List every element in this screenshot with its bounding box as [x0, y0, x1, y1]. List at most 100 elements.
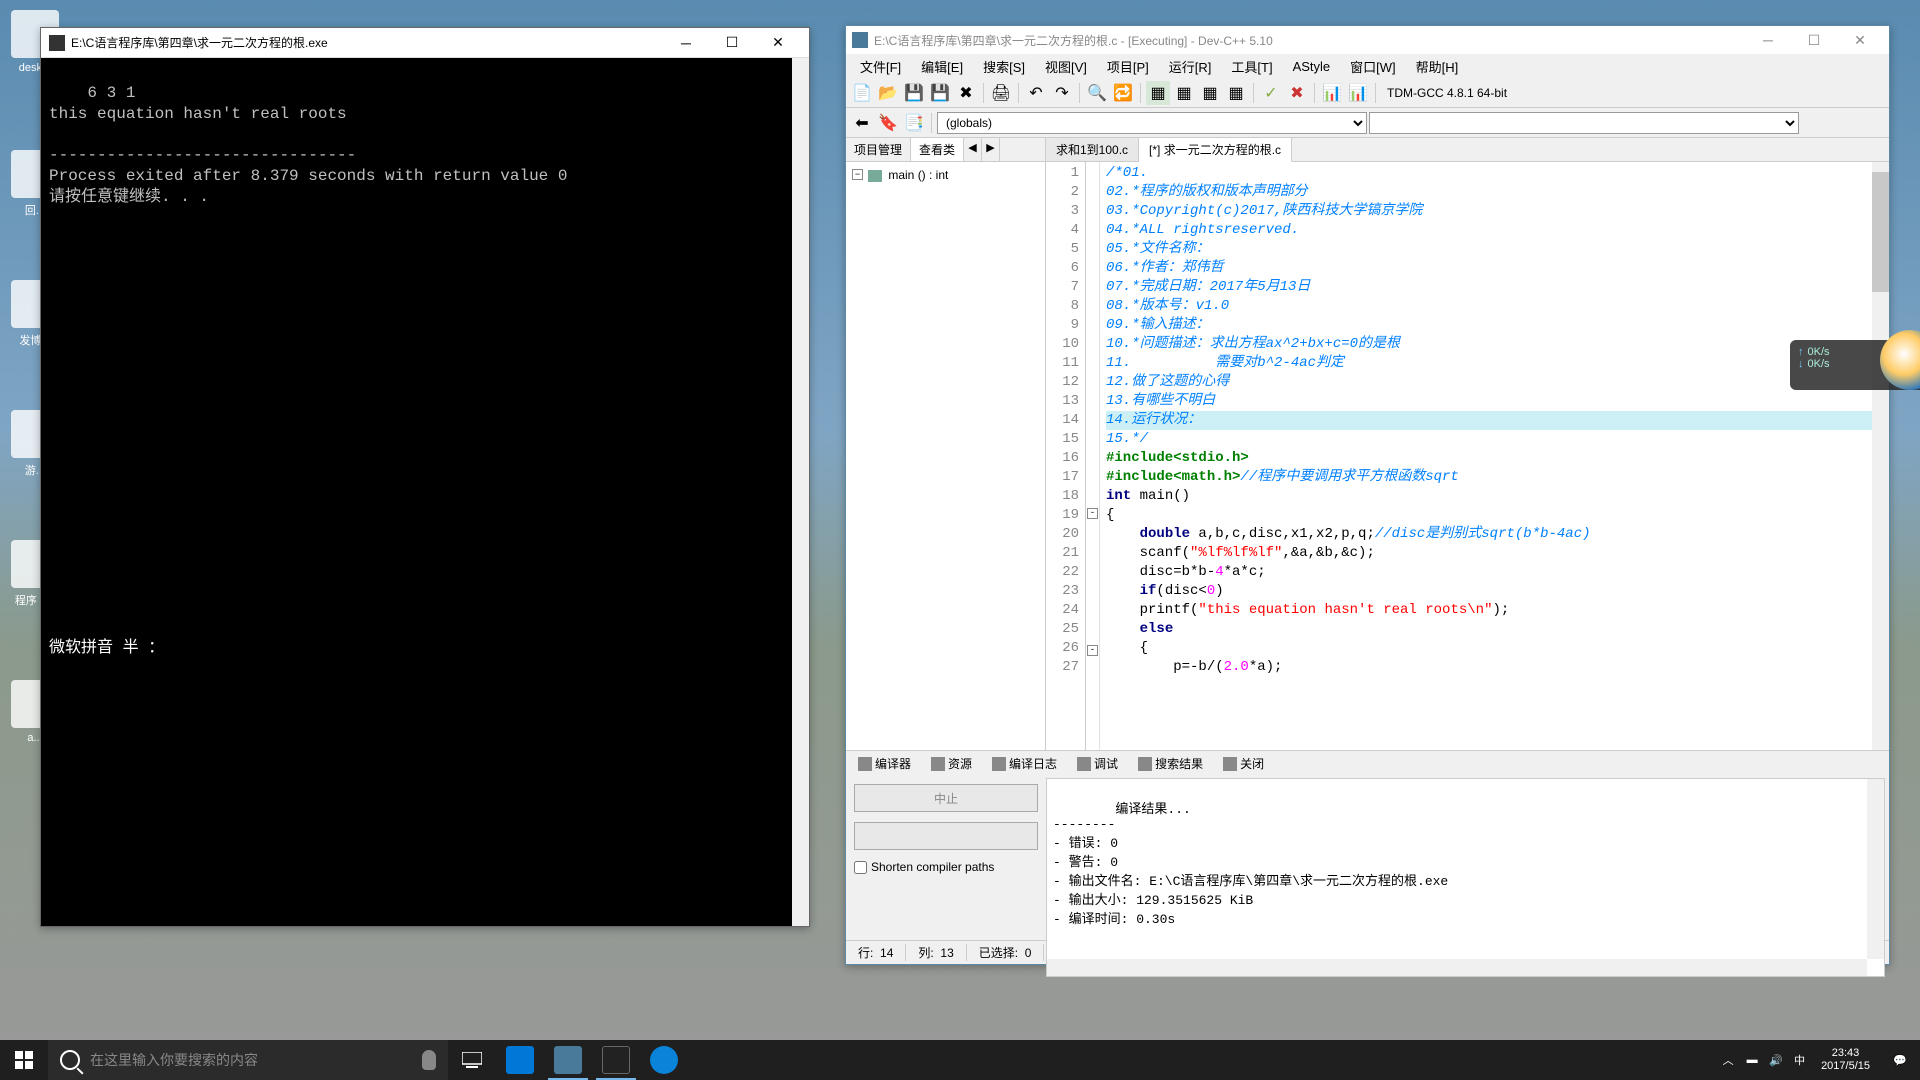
task-edge[interactable] [496, 1040, 544, 1080]
task-console[interactable] [592, 1040, 640, 1080]
minimize-button[interactable]: ─ [663, 29, 709, 57]
rebuild-icon[interactable]: ▦ [1224, 81, 1248, 105]
tray-battery-icon[interactable]: ▬ [1740, 1040, 1764, 1080]
fold-gutter[interactable]: -- [1086, 162, 1100, 750]
notifications-icon[interactable]: 💬 [1880, 1040, 1920, 1080]
bookmark-icon[interactable]: 🔖 [876, 111, 900, 135]
search-placeholder: 在这里输入你要搜索的内容 [90, 1050, 258, 1070]
menu-window[interactable]: 窗口[W] [1340, 55, 1406, 78]
tree-item-main[interactable]: − main () : int [850, 166, 1041, 184]
function-icon [868, 170, 882, 182]
tree-toggle-icon[interactable]: − [852, 169, 863, 180]
code-area[interactable]: /*01.02.*程序的版权和版本声明部分03.*Copyright(c)201… [1100, 162, 1889, 750]
tab-classes[interactable]: 查看类 [911, 138, 964, 161]
resource-icon [931, 757, 945, 771]
tab-debug[interactable]: 调试 [1069, 753, 1126, 774]
compile-icon[interactable]: ▦ [1146, 81, 1170, 105]
tab-close[interactable]: 关闭 [1215, 753, 1272, 774]
debug-icon[interactable]: ✓ [1259, 81, 1283, 105]
debug-icon [1077, 757, 1091, 771]
windows-icon [15, 1051, 33, 1069]
menu-file[interactable]: 文件[F] [850, 55, 911, 78]
tab-compile-log[interactable]: 编译日志 [984, 753, 1065, 774]
menu-tools[interactable]: 工具[T] [1221, 55, 1282, 78]
maximize-button[interactable]: ☐ [709, 29, 755, 57]
devcpp-titlebar[interactable]: E:\C语言程序库\第四章\求一元二次方程的根.c - [Executing] … [846, 26, 1889, 54]
compile-output[interactable]: 编译结果... -------- - 错误: 0 - 警告: 0 - 输出文件名… [1046, 778, 1885, 977]
delete-profile-icon[interactable]: 📊 [1346, 81, 1370, 105]
class-tree[interactable]: − main () : int [846, 162, 1045, 750]
menu-search[interactable]: 搜索[S] [973, 55, 1035, 78]
menu-project[interactable]: 项目[P] [1097, 55, 1159, 78]
menu-view[interactable]: 视图[V] [1035, 55, 1097, 78]
profile-icon[interactable]: 📊 [1320, 81, 1344, 105]
undo-icon[interactable]: ↶ [1024, 81, 1048, 105]
log-icon [992, 757, 1006, 771]
devcpp-window: E:\C语言程序库\第四章\求一元二次方程的根.c - [Executing] … [845, 25, 1890, 965]
tab-compiler[interactable]: 编译器 [850, 753, 919, 774]
console-output[interactable]: 6 3 1 this equation hasn't real roots --… [41, 58, 809, 926]
microphone-icon[interactable] [422, 1050, 436, 1070]
print-icon[interactable]: 🖨 [989, 81, 1013, 105]
scrollbar[interactable] [792, 58, 809, 926]
compile-run-icon[interactable]: ▦ [1198, 81, 1222, 105]
left-panel: 项目管理 查看类 ◀ ▶ − main () : int [846, 138, 1046, 750]
menubar: 文件[F] 编辑[E] 搜索[S] 视图[V] 项目[P] 运行[R] 工具[T… [846, 54, 1889, 78]
tab-resource[interactable]: 资源 [923, 753, 980, 774]
console-titlebar[interactable]: E:\C语言程序库\第四章\求一元二次方程的根.exe ─ ☐ ✕ [41, 28, 809, 58]
task-kugou[interactable] [640, 1040, 688, 1080]
code-editor[interactable]: 1234567891011121314151617181920212223242… [1046, 162, 1889, 750]
tray-chevron-up-icon[interactable]: ︿ [1716, 1040, 1740, 1080]
save-icon[interactable]: 💾 [902, 81, 926, 105]
open-icon[interactable]: 📂 [876, 81, 900, 105]
close-file-icon[interactable]: ✖ [954, 81, 978, 105]
search-icon [1138, 757, 1152, 771]
tab-search-results[interactable]: 搜索结果 [1130, 753, 1211, 774]
nav-back-icon[interactable]: ⬅ [850, 111, 874, 135]
abort-button[interactable]: 中止 [854, 784, 1038, 812]
menu-help[interactable]: 帮助[H] [1406, 55, 1469, 78]
menu-run[interactable]: 运行[R] [1159, 55, 1222, 78]
search-box[interactable]: 在这里输入你要搜索的内容 [48, 1040, 448, 1080]
stop-icon[interactable]: ✖ [1285, 81, 1309, 105]
run-icon[interactable]: ▦ [1172, 81, 1196, 105]
goto-icon[interactable]: 📑 [902, 111, 926, 135]
devcpp-icon [852, 32, 868, 48]
editor-tab-active[interactable]: [*] 求一元二次方程的根.c [1139, 138, 1292, 162]
tab-nav-left[interactable]: ◀ [964, 138, 982, 161]
menu-astyle[interactable]: AStyle [1283, 57, 1341, 76]
status-col: 列: 13 [906, 944, 966, 961]
editor-scrollbar[interactable] [1872, 162, 1889, 750]
save-all-icon[interactable]: 💾 [928, 81, 952, 105]
devcpp-icon [554, 1046, 582, 1074]
functions-combo[interactable] [1369, 112, 1799, 134]
compiler-icon [858, 757, 872, 771]
tab-nav-right[interactable]: ▶ [982, 138, 1000, 161]
close-button[interactable]: ✕ [1837, 27, 1883, 53]
new-file-icon[interactable]: 📄 [850, 81, 874, 105]
tray-clock[interactable]: 23:43 2017/5/15 [1811, 1047, 1880, 1073]
replace-icon[interactable]: 🔁 [1111, 81, 1135, 105]
scrollbar-vertical[interactable] [1867, 779, 1884, 959]
kugou-icon [650, 1046, 678, 1074]
task-view-button[interactable] [448, 1040, 496, 1080]
menu-edit[interactable]: 编辑[E] [911, 55, 973, 78]
scrollbar-horizontal[interactable] [1047, 959, 1867, 976]
maximize-button[interactable]: ☐ [1791, 27, 1837, 53]
tab-project[interactable]: 项目管理 [846, 138, 911, 161]
close-button[interactable]: ✕ [755, 29, 801, 57]
start-button[interactable] [0, 1040, 48, 1080]
editor-tabs: 求和1到100.c [*] 求一元二次方程的根.c [1046, 138, 1889, 162]
shorten-paths-checkbox[interactable]: Shorten compiler paths [854, 860, 1038, 874]
task-devcpp[interactable] [544, 1040, 592, 1080]
console-window: E:\C语言程序库\第四章\求一元二次方程的根.exe ─ ☐ ✕ 6 3 1 … [40, 27, 810, 927]
second-button[interactable] [854, 822, 1038, 850]
find-icon[interactable]: 🔍 [1085, 81, 1109, 105]
redo-icon[interactable]: ↷ [1050, 81, 1074, 105]
editor-tab[interactable]: 求和1到100.c [1046, 138, 1139, 161]
tray-ime[interactable]: 中 [1788, 1052, 1811, 1068]
globals-combo[interactable]: (globals) [937, 112, 1367, 134]
task-view-icon [462, 1052, 482, 1068]
minimize-button[interactable]: ─ [1745, 27, 1791, 53]
tray-volume-icon[interactable]: 🔊 [1764, 1040, 1788, 1080]
